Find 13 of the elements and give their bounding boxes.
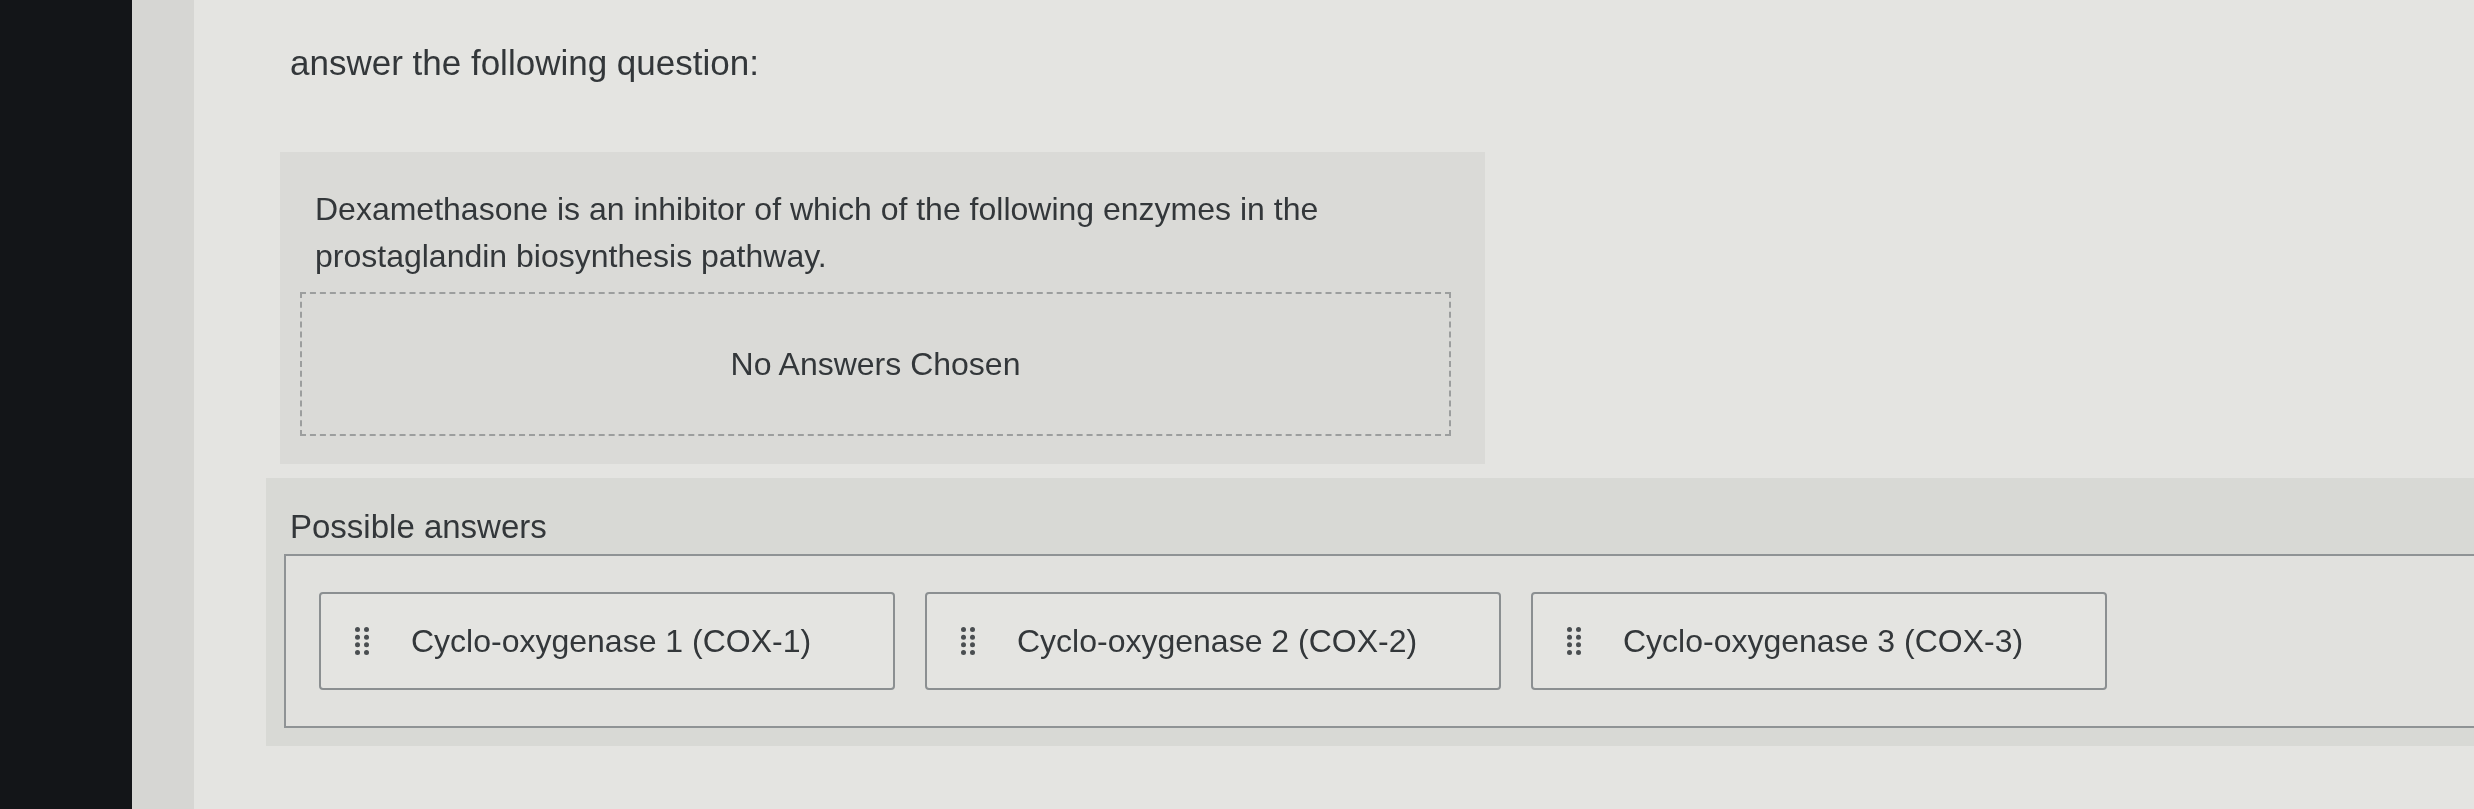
answer-label: Cyclo-oxygenase 3 (COX-3) <box>1623 622 2024 661</box>
answer-option[interactable]: Cyclo-oxygenase 2 (COX-2) <box>925 592 1501 690</box>
instruction-text: answer the following question: <box>290 42 759 84</box>
drag-handle-icon[interactable] <box>961 627 975 655</box>
answer-option[interactable]: Cyclo-oxygenase 3 (COX-3) <box>1531 592 2107 690</box>
answer-label: Cyclo-oxygenase 1 (COX-1) <box>411 622 812 661</box>
answer-option[interactable]: Cyclo-oxygenase 1 (COX-1) <box>319 592 895 690</box>
answer-label: Cyclo-oxygenase 2 (COX-2) <box>1017 622 1418 661</box>
drag-handle-icon[interactable] <box>355 627 369 655</box>
answer-drop-zone[interactable]: No Answers Chosen <box>300 292 1451 436</box>
drag-handle-icon[interactable] <box>1567 627 1581 655</box>
question-text: Dexamethasone is an inhibitor of which of the following enzymes in the prostaglandin biosynthesis pathway. <box>314 190 1320 276</box>
possible-answers-heading: Possible answers <box>290 507 547 547</box>
